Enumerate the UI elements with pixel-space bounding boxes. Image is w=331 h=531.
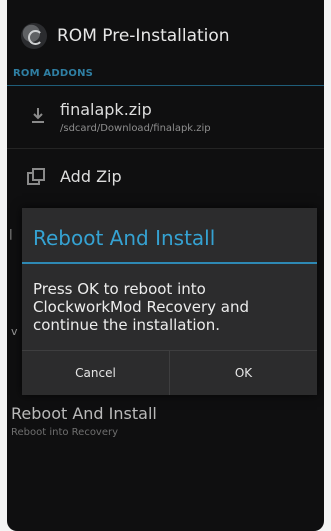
reboot-subtitle: Reboot into Recovery [11, 427, 119, 438]
zip-file-path: /sdcard/Download/finalapk.zip [60, 123, 211, 134]
reboot-dialog: Reboot And Install Press OK to reboot in… [22, 208, 317, 395]
add-zip-label: Add Zip [60, 167, 122, 186]
cancel-button[interactable]: Cancel [22, 351, 169, 395]
screen: ROM Pre-Installation ROM ADDONS finalapk… [7, 0, 324, 531]
dialog-message: Press OK to reboot into ClockworkMod Rec… [33, 280, 249, 334]
reboot-title: Reboot And Install [11, 404, 157, 423]
download-icon [32, 108, 44, 123]
phone-frame: ROM Pre-Installation ROM ADDONS finalapk… [0, 0, 331, 531]
add-zip-button[interactable]: Add Zip [7, 150, 324, 205]
zip-file-name: finalapk.zip [60, 100, 152, 119]
dialog-title: Reboot And Install [33, 226, 216, 250]
action-bar: ROM Pre-Installation [7, 14, 324, 58]
obscured-text-1: | [9, 227, 13, 240]
section-header-label: ROM ADDONS [13, 68, 94, 79]
add-zip-icon [27, 168, 45, 185]
dialog-title-divider [22, 262, 317, 264]
divider [7, 148, 324, 149]
ok-button[interactable]: OK [169, 351, 317, 395]
app-title: ROM Pre-Installation [57, 26, 230, 46]
section-header-rom-addons: ROM ADDONS [7, 63, 324, 86]
obscured-text-2: v [11, 325, 18, 338]
clockworkmod-icon[interactable] [21, 23, 47, 49]
reboot-and-install-item[interactable]: Reboot And Install Reboot into Recovery [7, 398, 324, 453]
list-item-zip-file[interactable]: finalapk.zip /sdcard/Download/finalapk.z… [7, 86, 324, 146]
dialog-button-bar: Cancel OK [22, 350, 317, 395]
